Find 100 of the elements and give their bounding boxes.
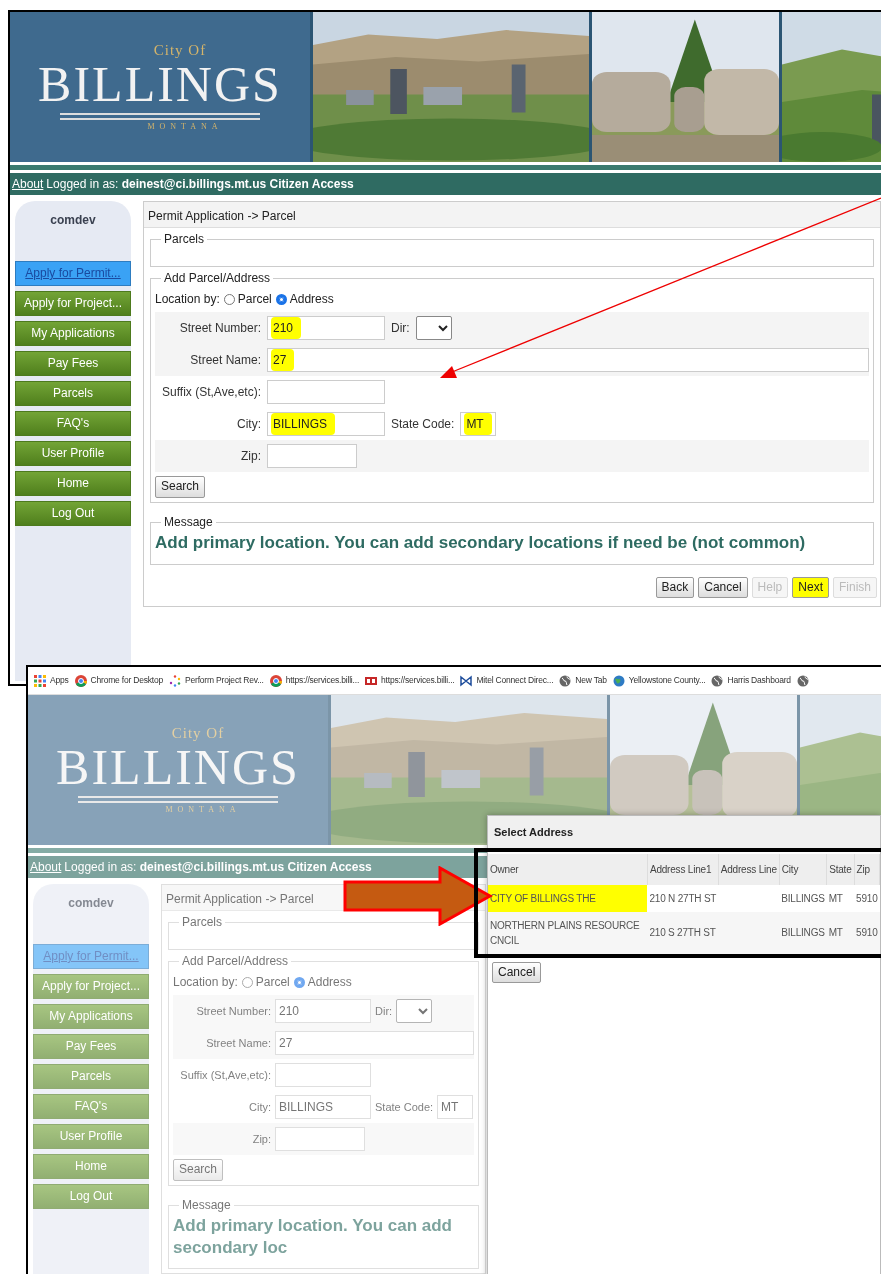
sidebar-title: comdev [67,895,115,912]
bookmark-link[interactable]: Perform Project Rev... [169,674,264,687]
about-link[interactable]: About [12,175,44,193]
column-header: City [779,853,827,885]
wizard-button[interactable]: Cancel [698,576,748,599]
globe-icon [796,674,809,687]
bookmark-link[interactable]: Apps [34,674,69,687]
field-label: Zip: [240,448,261,466]
wizard-button[interactable]: Next [792,576,829,599]
search-button[interactable]: Search [173,1159,224,1181]
field-label: City: [236,416,261,434]
input-field[interactable]: 27 [275,1031,474,1056]
bookmark-link[interactable]: Mitel Connect Direc... [460,674,554,687]
field-label: Suffix (St,Ave,etc): [179,1067,271,1083]
wizard-button[interactable]: Back [655,576,695,599]
field-label: Dir: [375,1003,393,1019]
sidebar-item[interactable]: User Profile [15,441,131,466]
table-cell: 210 S 27TH ST [647,911,719,954]
table-cell: MT [826,911,855,954]
field-label: Location by: [173,974,238,992]
input-field[interactable] [267,444,357,469]
round-logo-icon [269,674,282,687]
input-field[interactable]: BILLINGS [267,412,385,437]
bookmark-link[interactable]: Harris Dashboard [711,674,791,687]
field-label: Street Name: [205,1035,271,1051]
field-label: State Code: [375,1099,434,1115]
logo-wordmark: BILLINGS [38,57,282,111]
input-field[interactable]: 210 [267,316,385,341]
logo-wordmark: BILLINGS [56,740,300,794]
table-cell: CITY OF BILLINGS THE [488,884,648,912]
bookmark-link[interactable] [796,674,809,687]
field-label: State Code: [391,416,455,434]
radio-option[interactable]: Address [293,973,352,992]
field-label: Street Number: [195,1003,271,1019]
logo-caption: City Of [153,42,207,58]
logo-caption: MONTANA [165,806,241,815]
sidebar-item[interactable]: FAQ's [15,411,131,436]
field-label: Street Number: [178,320,261,338]
field-label: Location by: [155,291,220,309]
breadcrumb-text: Permit Application -> Parcel [144,202,880,228]
table-cell: MT [826,884,855,912]
table-cell: NORTHERN PLAINS RESOURCE CNCIL [488,911,648,954]
field-label: Dir: [391,320,410,338]
input-field[interactable] [275,1127,365,1152]
input-field[interactable]: MT [460,412,497,437]
bowtie-icon [460,674,473,687]
group-title: Parcels [181,915,223,931]
dotted-ring-icon [169,674,182,687]
globe-icon [711,674,724,687]
field-label: City: [248,1099,271,1115]
earth-icon [612,674,625,687]
table-cell: 210 N 27TH ST [647,884,719,912]
login-text: Logged in as: deinest@ci.billings.mt.us Citizen Access [46,176,354,193]
sidebar-item[interactable]: Pay Fees [15,351,131,376]
bookmark-link[interactable]: https://services.billi... [365,674,455,687]
sidebar-title: comdev [49,212,97,229]
round-logo-icon [74,674,87,687]
group-title: Message [163,514,214,531]
bookmark-link[interactable]: Chrome for Desktop [74,674,164,687]
table-cell: 5910 [854,884,880,912]
dropdown[interactable] [415,316,452,341]
field-label: Zip: [251,1131,271,1147]
input-field[interactable]: 27 [267,348,869,373]
bookmark-link[interactable]: https://services.billi... [269,674,360,687]
input-field[interactable]: 210 [275,999,371,1024]
group-title: Message [181,1197,232,1214]
dialog-title: Select Address [488,816,880,850]
chevron-icon [437,324,448,332]
sidebar-item[interactable]: Apply for Project... [15,291,131,316]
column-header: Address Line1 [647,853,719,885]
group-title: Parcels [163,232,205,248]
field-label: Suffix (St,Ave,etc): [161,384,261,402]
input-field[interactable]: MT [437,1095,474,1120]
input-field[interactable] [275,1063,371,1088]
globe-icon [559,674,572,687]
radio-option[interactable]: Address [275,290,334,309]
login-text: Logged in as: deinest@ci.billings.mt.us Citizen Access [64,859,372,876]
sidebar-item[interactable]: Home [15,471,131,496]
column-header: Address Line [718,853,780,885]
logo-caption: MONTANA [147,123,223,132]
sidebar-item[interactable]: Parcels [15,381,131,406]
about-link[interactable]: About [30,858,62,876]
sidebar-item[interactable]: My Applications [15,321,131,346]
sidebar-item[interactable]: Log Out [15,501,131,526]
chevron-icon [418,1007,429,1015]
search-button[interactable]: Search [155,476,206,498]
group-title: Add Parcel/Address [181,953,290,970]
column-header: Owner [488,853,648,885]
table-cell: 5910 [854,911,880,954]
input-field[interactable]: BILLINGS [275,1095,371,1120]
cancel-button[interactable]: Cancel [492,961,542,984]
radio-option[interactable]: Parcel [241,973,290,992]
bookmark-link[interactable]: New Tab [559,674,607,687]
radio-option[interactable]: Parcel [223,290,272,309]
table-cell: BILLINGS [779,911,827,954]
sidebar-item[interactable]: Apply for Permit... [15,261,131,286]
field-label: Street Name: [189,352,261,370]
input-field[interactable] [267,380,385,405]
column-header: State [826,853,855,885]
bookmark-link[interactable]: Yellowstone County... [612,674,706,687]
